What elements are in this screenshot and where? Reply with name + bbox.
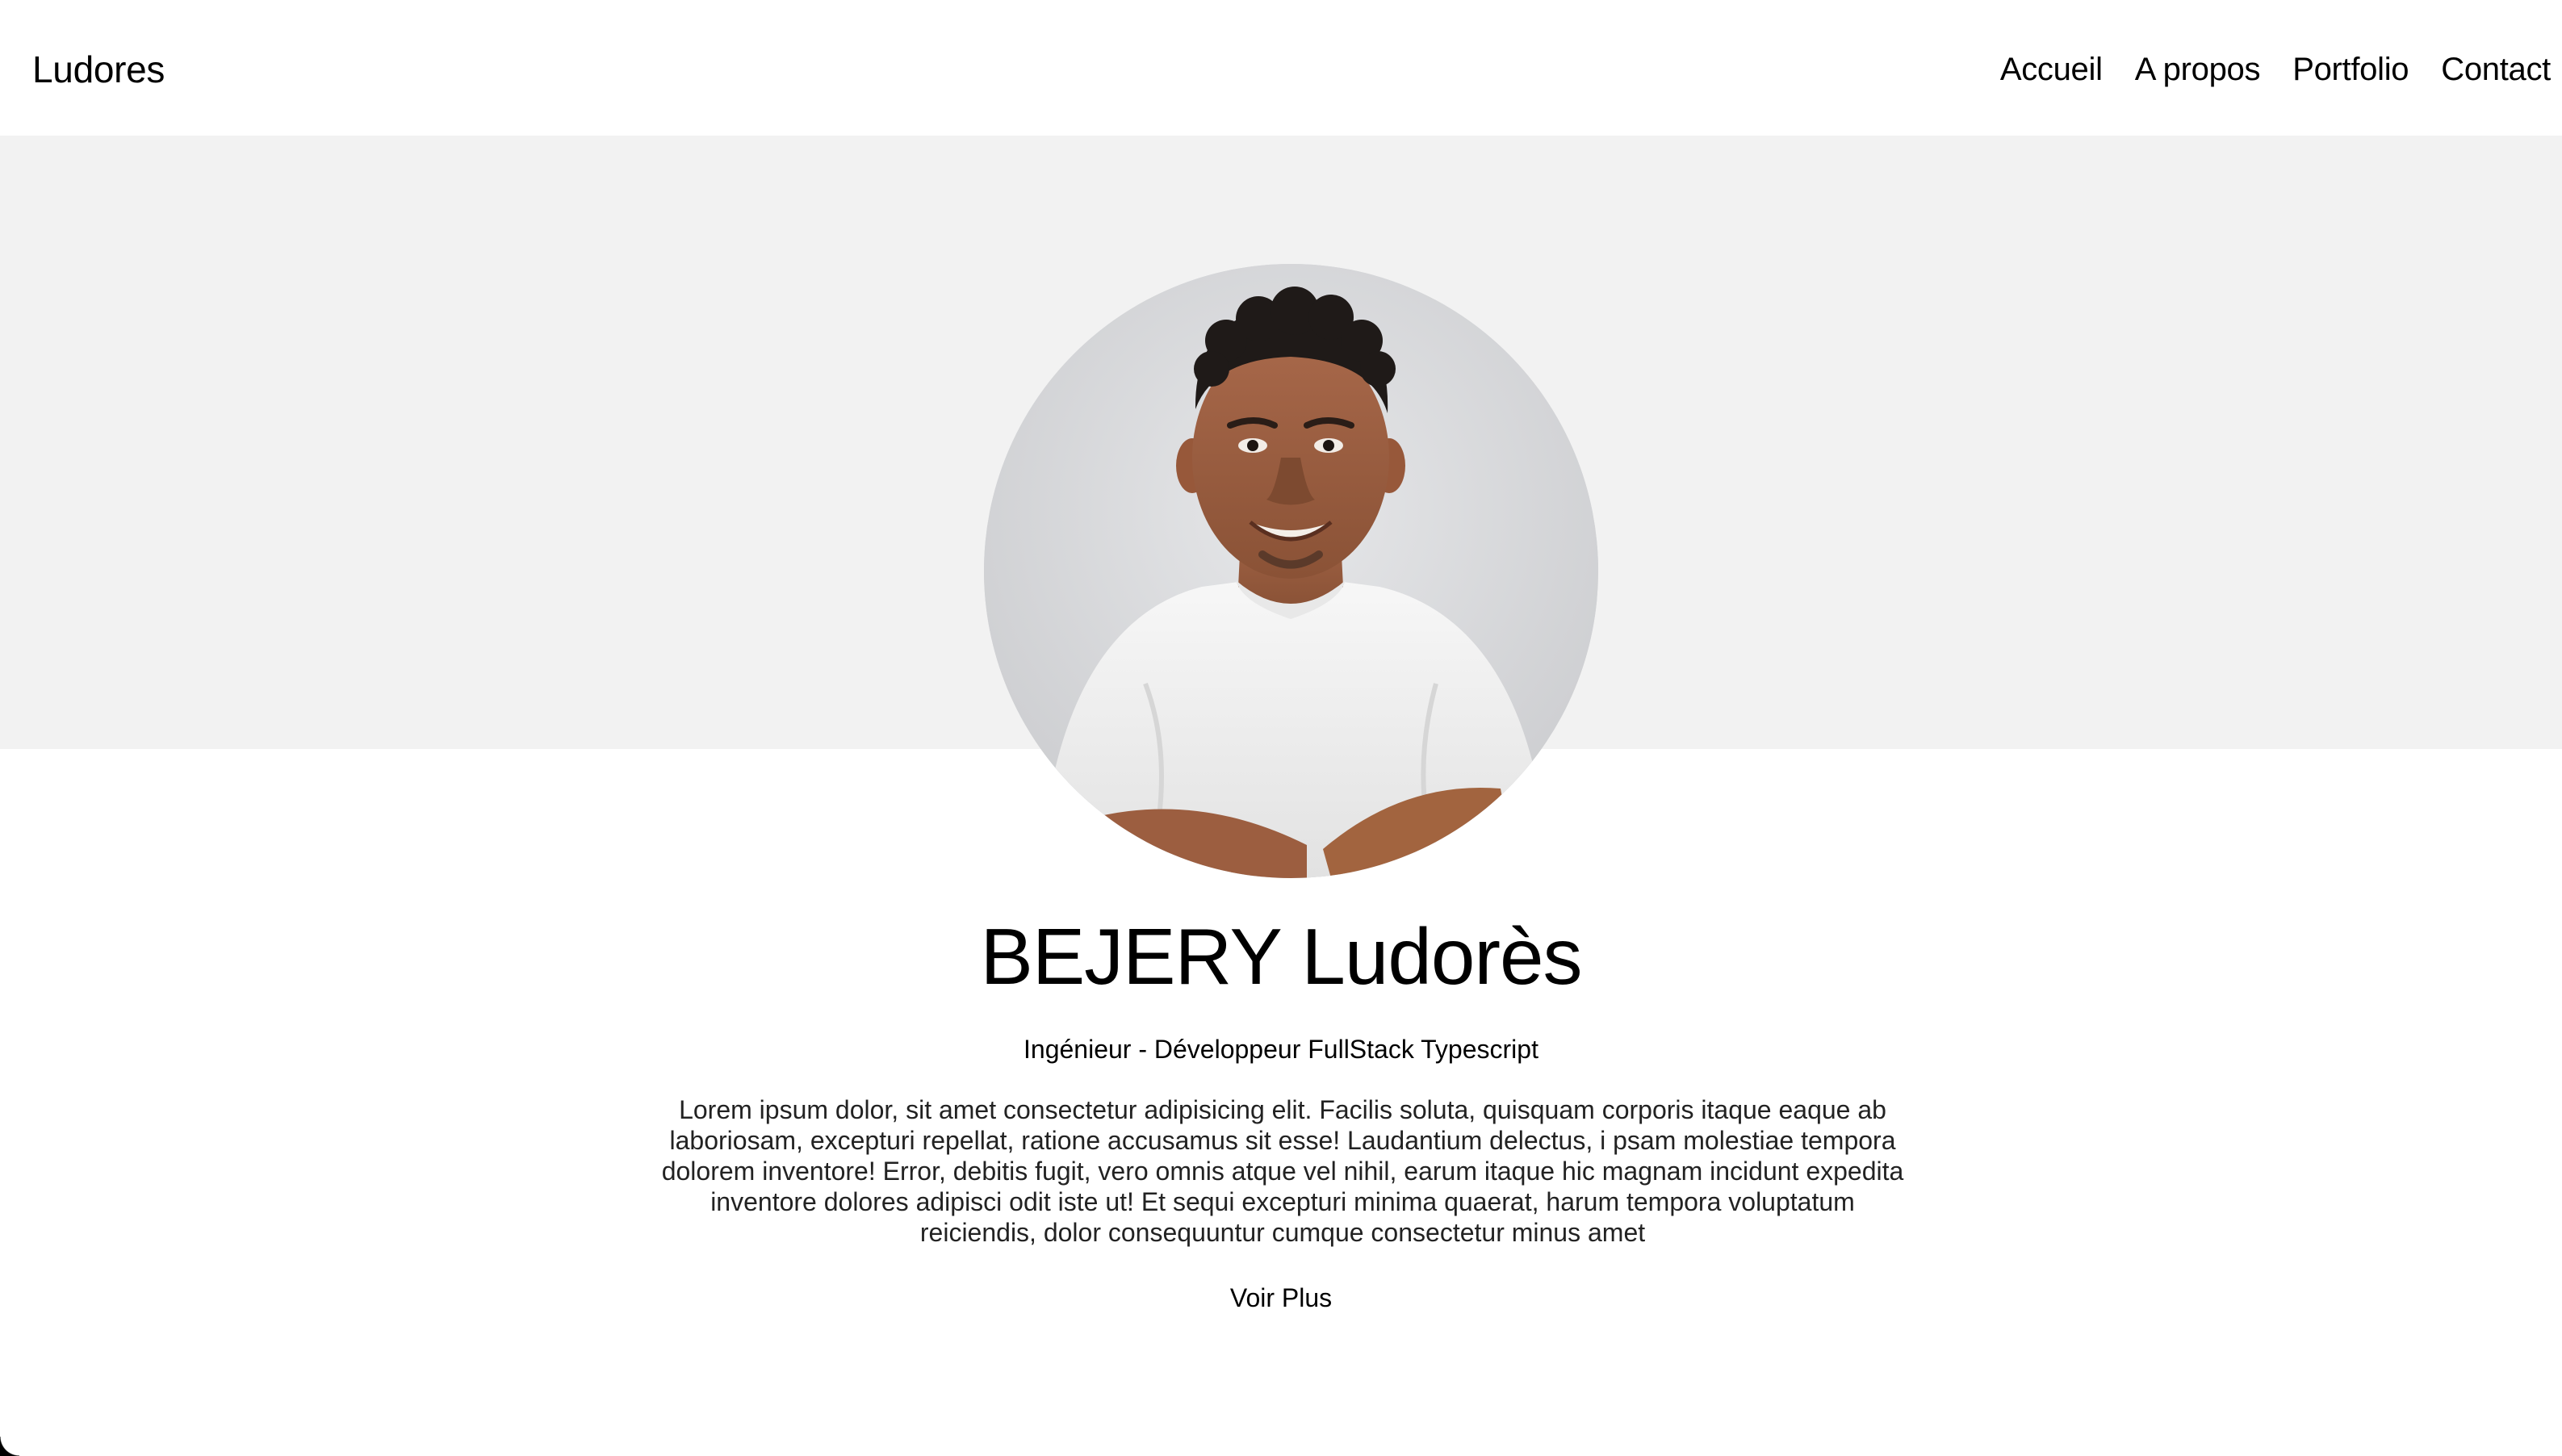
nav-link-accueil[interactable]: Accueil	[2000, 44, 2103, 95]
brand-logo-link[interactable]: Ludores	[32, 44, 165, 95]
page: Ludores Accueil A propos Portfolio Conta…	[0, 0, 2562, 1456]
bio-paragraph: Lorem ipsum dolor, sit amet consectetur …	[661, 1095, 1904, 1247]
nav-link-a-propos[interactable]: A propos	[2135, 44, 2261, 95]
site-header: Ludores Accueil A propos Portfolio Conta…	[0, 0, 2562, 136]
voir-plus-button[interactable]: Voir Plus	[1230, 1283, 1332, 1312]
nav-link-portfolio[interactable]: Portfolio	[2292, 44, 2409, 95]
main-nav: Accueil A propos Portfolio Contact	[2000, 44, 2551, 95]
profile-photo	[984, 264, 1598, 878]
profile-photo-illustration	[984, 264, 1598, 878]
job-title: Ingénieur - Développeur FullStack Typesc…	[1024, 1035, 1538, 1064]
page-title: BEJERY Ludorès	[980, 912, 1582, 1001]
window-corner	[0, 1437, 19, 1456]
cta-container: Voir Plus	[0, 1278, 2562, 1317]
nav-link-contact[interactable]: Contact	[2441, 44, 2551, 95]
